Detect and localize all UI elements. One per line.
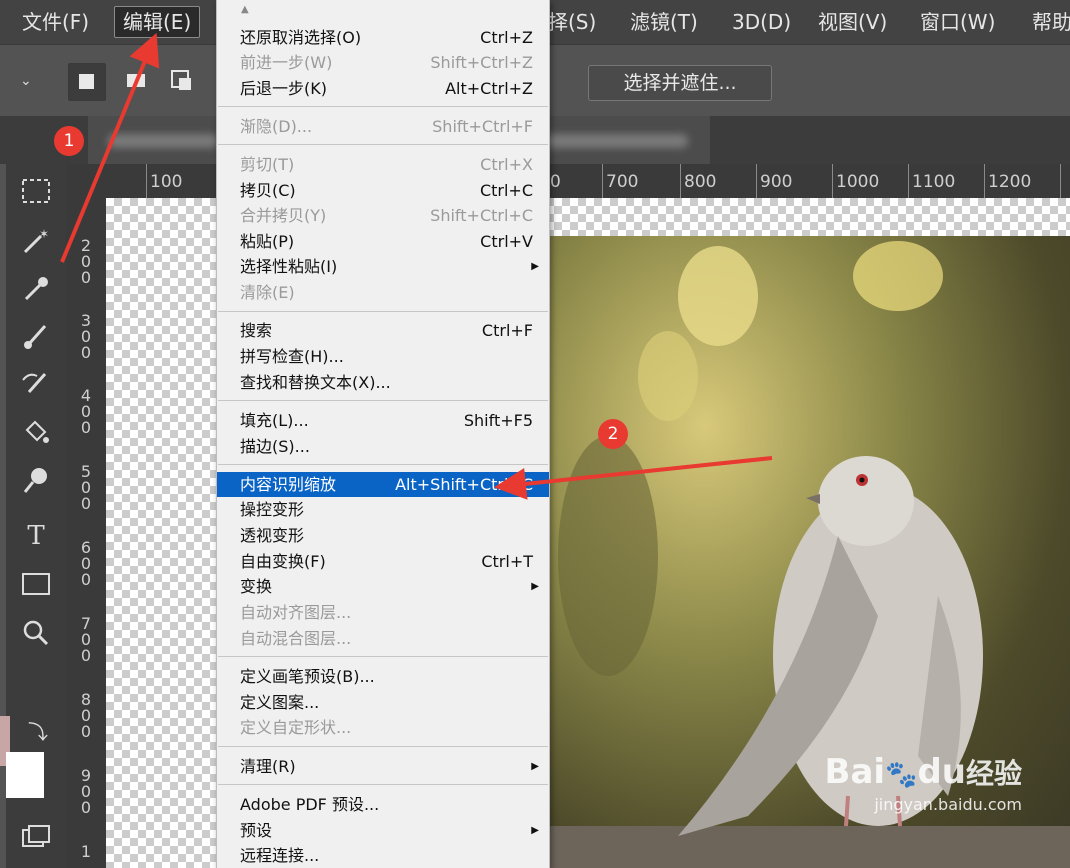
watermark-cn: 经验 [965, 757, 1022, 790]
menu-item-remote-connections[interactable]: 远程连接... [217, 843, 549, 868]
history-brush-icon[interactable] [14, 364, 58, 404]
ruler-label: 1 [80, 842, 92, 861]
ruler-label: 600 [80, 538, 92, 589]
menu-item-define-shape[interactable]: 定义自定形状... [217, 715, 549, 740]
menu-item-stroke[interactable]: 描边(S)... [217, 434, 549, 459]
new-selection-button[interactable] [68, 63, 106, 101]
select-and-mask-button[interactable]: 选择并遮住... [588, 65, 772, 101]
menu-item-free-transform[interactable]: 自由变换(F) Ctrl+T [217, 549, 549, 574]
menu-item-undo[interactable]: 还原取消选择(O) Ctrl+Z [217, 25, 549, 50]
menu-item-transform[interactable]: 变换 ▶ [217, 574, 549, 599]
menu-item-fill[interactable]: 填充(L)... Shift+F5 [217, 408, 549, 433]
subtract-selection-button[interactable] [164, 63, 202, 101]
menu-item-define-pattern[interactable]: 定义图案... [217, 690, 549, 715]
menu-3d[interactable]: 3D(D) [732, 0, 791, 44]
blurred-tab-title-2 [538, 134, 688, 148]
ruler-label: 1200 [988, 172, 1032, 192]
menu-item-perspective-warp[interactable]: 透视变形 [217, 523, 549, 548]
menu-separator [218, 656, 548, 657]
menu-item-define-brush[interactable]: 定义画笔预设(B)... [217, 664, 549, 689]
eyedropper-icon[interactable] [14, 268, 58, 308]
brush-icon[interactable] [14, 316, 58, 356]
zoom-icon[interactable] [14, 612, 58, 652]
submenu-arrow-icon: ▶ [531, 825, 539, 836]
menu-separator [218, 784, 548, 785]
menu-item-presets[interactable]: 预设 ▶ [217, 818, 549, 843]
menu-item-paste-special[interactable]: 选择性粘贴(I) ▶ [217, 254, 549, 279]
dodge-icon[interactable] [14, 460, 58, 500]
ruler-label: 1000 [836, 172, 880, 192]
submenu-arrow-icon: ▶ [531, 261, 539, 272]
menu-separator [218, 746, 548, 747]
menu-item-clear[interactable]: 清除(E) [217, 280, 549, 305]
ruler-label: 800 [684, 172, 717, 192]
scroll-up-icon[interactable]: ▲ [241, 4, 249, 15]
ruler-label: 700 [80, 614, 92, 665]
menu-item-fade[interactable]: 渐隐(D)... Shift+Ctrl+F [217, 114, 549, 139]
menu-separator [218, 464, 548, 465]
menu-separator [218, 106, 548, 107]
menu-edit[interactable]: 编辑(E) [114, 6, 201, 38]
ruler-label: 200 [80, 236, 92, 287]
ruler-label: 700 [606, 172, 639, 192]
rectangle-shape-icon[interactable] [14, 564, 58, 604]
ruler-label: 500 [80, 462, 92, 513]
menu-separator [218, 144, 548, 145]
edit-menu-dropdown: ▲ 还原取消选择(O) Ctrl+Z 前进一步(W) Shift+Ctrl+Z 后退… [216, 0, 550, 868]
submenu-arrow-icon: ▶ [531, 581, 539, 592]
tools-panel: ✶ T ⤵ [0, 164, 67, 868]
watermark-url: jingyan.baidu.com [874, 795, 1022, 814]
menu-item-auto-blend-layers[interactable]: 自动混合图层... [217, 626, 549, 651]
menu-item-step-forward[interactable]: 前进一步(W) Shift+Ctrl+Z [217, 50, 549, 75]
watermark-brand: Bai [824, 752, 886, 792]
rect-marquee-icon[interactable] [14, 172, 58, 212]
ruler-label: 0 [550, 172, 561, 192]
background-color-swatch[interactable] [6, 752, 44, 798]
blurred-tab-title [108, 134, 218, 148]
menu-item-adobe-pdf-presets[interactable]: Adobe PDF 预设... [217, 792, 549, 817]
screen-mode-icon[interactable] [14, 818, 58, 858]
menu-item-puppet-warp[interactable]: 操控变形 [217, 497, 549, 522]
menu-select[interactable]: 择(S) [548, 0, 596, 44]
magic-wand-icon[interactable]: ✶ [14, 220, 58, 260]
submenu-arrow-icon: ▶ [531, 761, 539, 772]
menu-window[interactable]: 窗口(W) [920, 0, 995, 44]
step-badge-2: 2 [598, 419, 628, 449]
watermark-brand-2: du [917, 752, 966, 792]
ruler-label: 800 [80, 690, 92, 741]
menu-item-copy[interactable]: 拷贝(C) Ctrl+C [217, 178, 549, 203]
chevron-down-icon[interactable]: ⌄ [20, 73, 32, 89]
menu-item-copy-merged[interactable]: 合并拷贝(Y) Shift+Ctrl+C [217, 203, 549, 228]
menu-item-purge[interactable]: 清理(R) ▶ [217, 754, 549, 779]
menu-item-auto-align-layers[interactable]: 自动对齐图层... [217, 600, 549, 625]
swap-colors-icon[interactable]: ⤵ [28, 716, 48, 745]
ruler-label: 400 [80, 386, 92, 437]
ruler-label: 900 [760, 172, 793, 192]
menu-item-paste[interactable]: 粘贴(P) Ctrl+V [217, 229, 549, 254]
step-badge-1: 1 [54, 126, 84, 156]
ruler-label: 900 [80, 766, 92, 817]
menu-separator [218, 311, 548, 312]
menu-item-step-backward[interactable]: 后退一步(K) Alt+Ctrl+Z [217, 76, 549, 101]
svg-text:✶: ✶ [39, 227, 49, 241]
menu-separator [218, 400, 548, 401]
menu-item-search[interactable]: 搜索 Ctrl+F [217, 318, 549, 343]
add-selection-button[interactable] [116, 63, 154, 101]
menu-filter[interactable]: 滤镜(T) [630, 0, 698, 44]
menu-item-cut[interactable]: 剪切(T) Ctrl+X [217, 152, 549, 177]
ruler-label: 300 [80, 311, 92, 362]
menu-item-spell-check[interactable]: 拼写检查(H)... [217, 344, 549, 369]
baidu-jingyan-watermark: Bai🐾du经验 jingyan.baidu.com [824, 752, 1022, 814]
menu-item-content-aware-scale[interactable]: 内容识别缩放 Alt+Shift+Ctrl+C [217, 472, 549, 497]
menu-file[interactable]: 文件(F) [22, 0, 89, 44]
menu-view[interactable]: 视图(V) [818, 0, 887, 44]
vertical-ruler: 200 300 400 500 600 700 800 900 1 [66, 198, 107, 868]
ruler-label: 1100 [912, 172, 956, 192]
paint-bucket-icon[interactable] [14, 412, 58, 452]
menu-item-find-replace[interactable]: 查找和替换文本(X)... [217, 370, 549, 395]
type-icon[interactable]: T [14, 516, 58, 556]
menu-help[interactable]: 帮助 [1032, 0, 1070, 44]
ruler-label: 100 [150, 172, 183, 192]
